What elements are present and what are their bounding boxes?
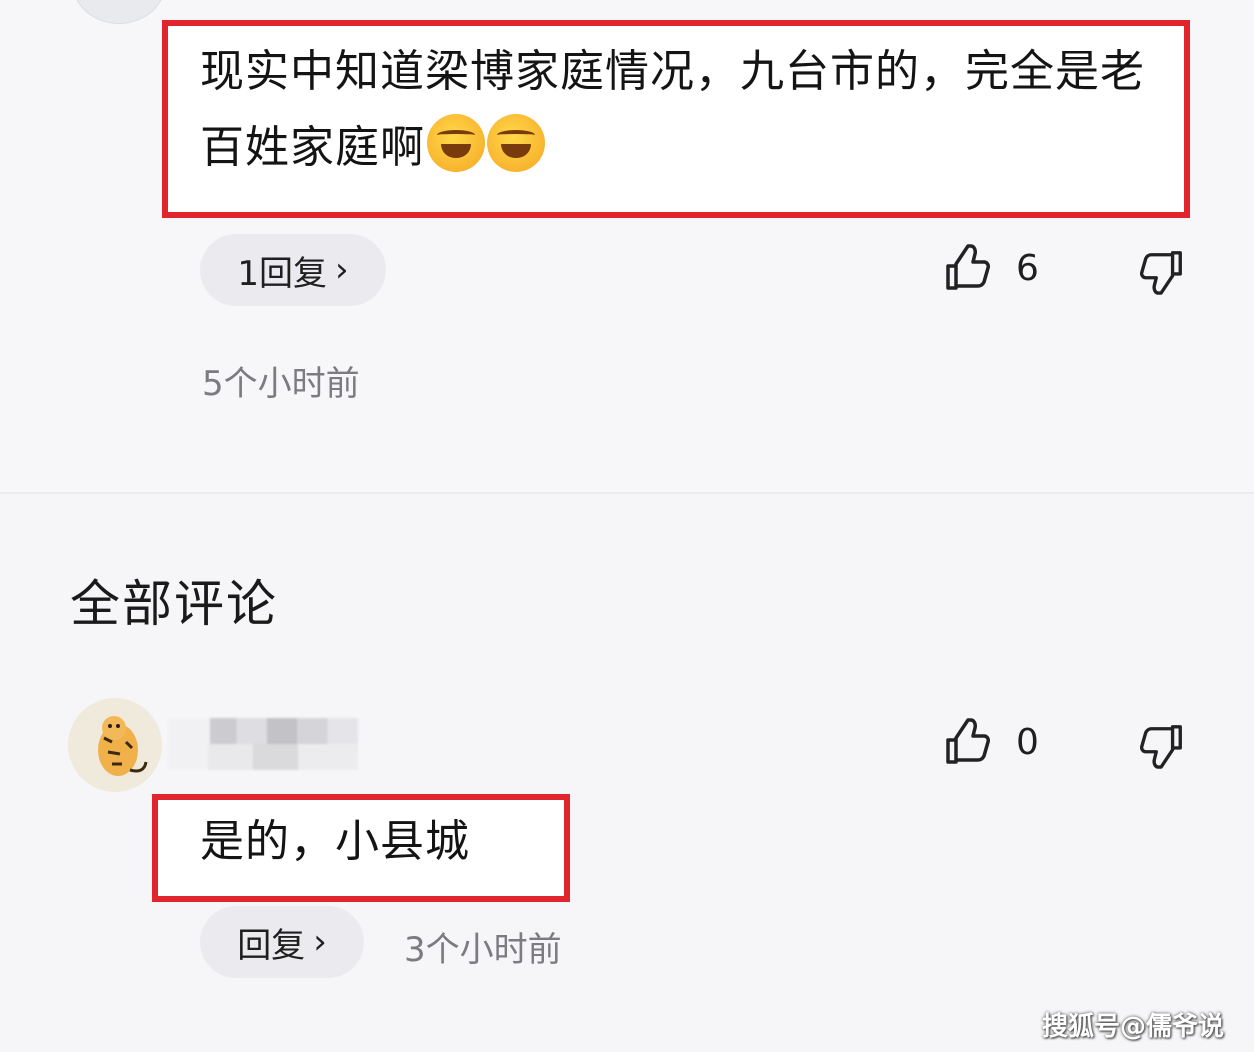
thumbs-down-icon[interactable] bbox=[1140, 248, 1186, 296]
reply-button[interactable]: 回复 › bbox=[200, 906, 364, 978]
watermark: 搜狐号@儒爷说 bbox=[1041, 1012, 1224, 1042]
tiger-avatar-icon[interactable] bbox=[68, 698, 162, 792]
section-title: 全部评论 bbox=[70, 575, 278, 633]
comment-text: 现实中知道梁博家庭情况，九台市的，完全是老百姓家庭啊 bbox=[200, 46, 1145, 173]
username-redacted bbox=[168, 718, 358, 770]
comment-time: 3个小时前 bbox=[404, 930, 562, 970]
like-count: 6 bbox=[1016, 247, 1039, 289]
like-button[interactable]: 6 bbox=[944, 244, 1039, 292]
replies-button-label: 1回复 bbox=[237, 253, 328, 294]
chevron-right-icon: › bbox=[335, 250, 349, 290]
thumbs-up-icon bbox=[946, 244, 990, 290]
like-button[interactable]: 0 bbox=[944, 718, 1039, 766]
replies-button[interactable]: 1回复 › bbox=[200, 234, 386, 306]
laugh-cry-emoji-icon bbox=[487, 114, 545, 172]
like-count: 0 bbox=[1016, 721, 1039, 763]
chevron-right-icon: › bbox=[313, 922, 327, 962]
reply-button-label: 回复 bbox=[237, 925, 306, 966]
thumbs-down-icon[interactable] bbox=[1140, 722, 1186, 770]
comment-text: 是的，小县城 bbox=[200, 816, 470, 867]
thumbs-up-icon bbox=[946, 718, 990, 764]
laugh-cry-emoji-icon bbox=[427, 114, 485, 172]
comment-time: 5个小时前 bbox=[202, 364, 360, 404]
